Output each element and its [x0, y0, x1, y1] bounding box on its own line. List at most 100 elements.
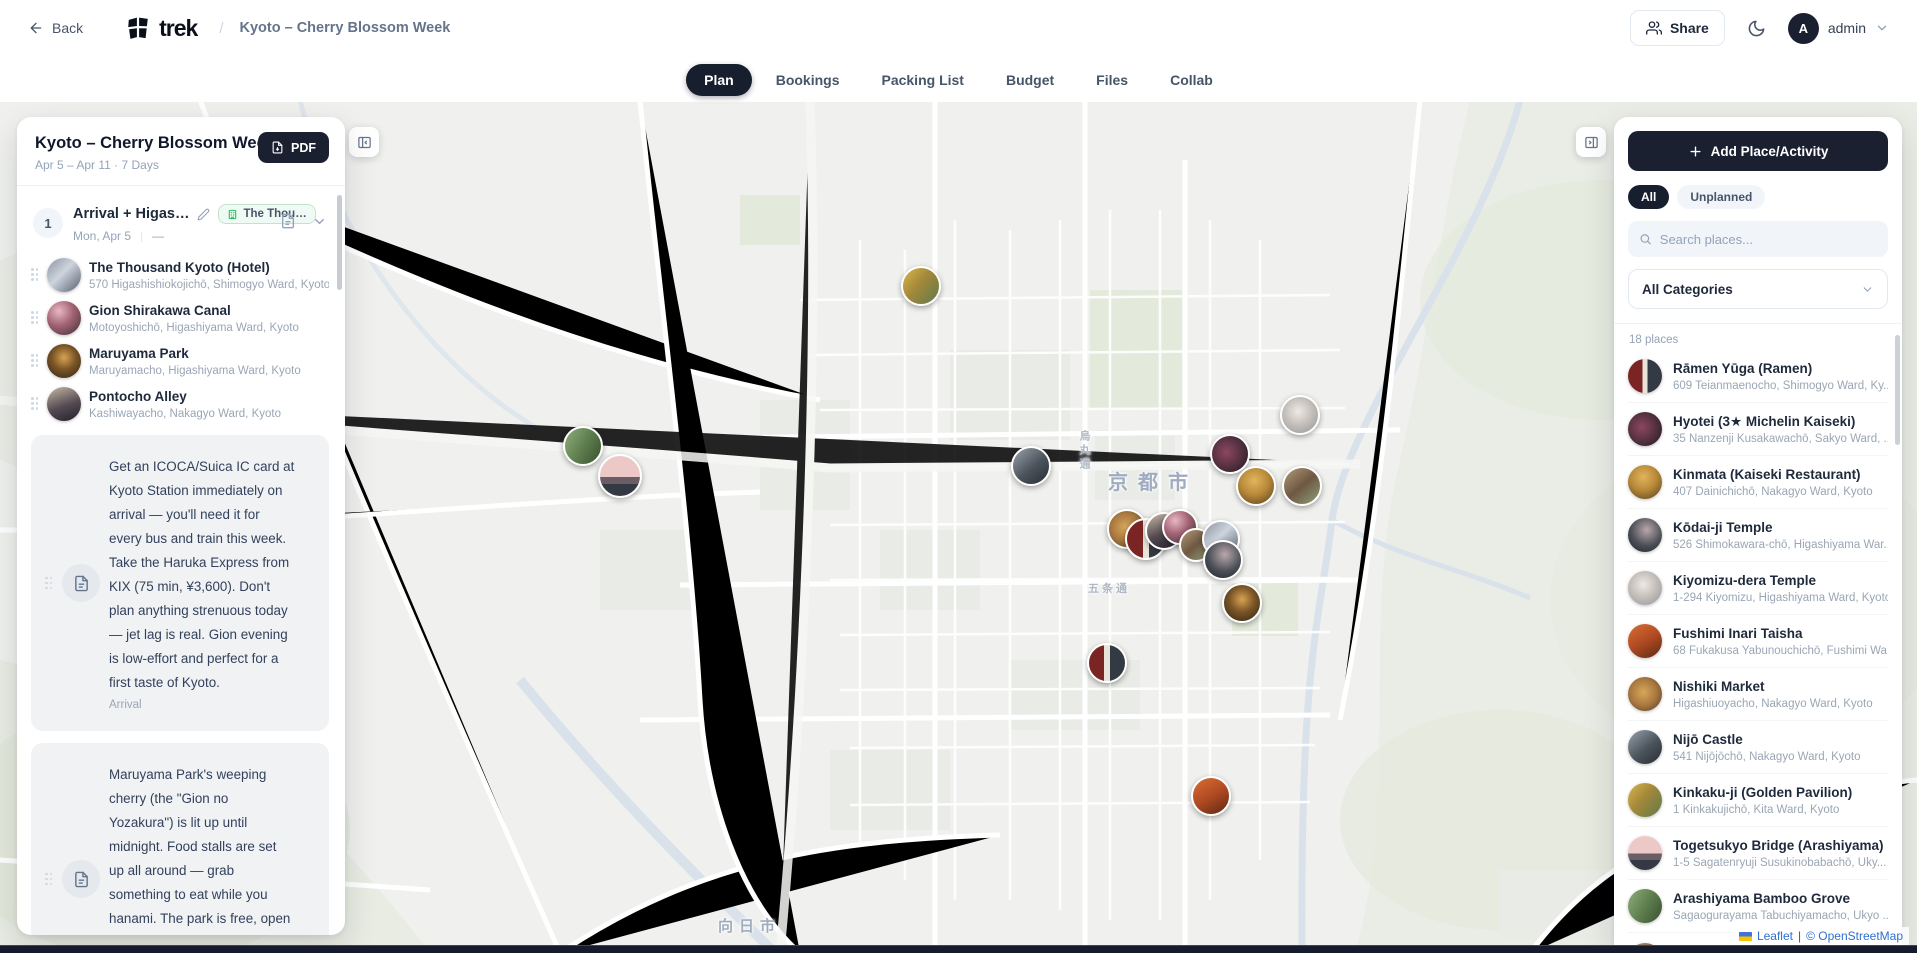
place-name: Arashiyama Bamboo Grove — [1673, 891, 1850, 906]
collapse-left-panel-button[interactable] — [349, 127, 379, 157]
map-photo-marker[interactable] — [1210, 434, 1250, 474]
search-input[interactable] — [1660, 232, 1877, 247]
place-address: 1 Kinkakujichō, Kita Ward, Kyoto — [1673, 804, 1888, 816]
leaflet-link[interactable]: Leaflet — [1757, 929, 1793, 943]
drag-handle-icon[interactable] — [45, 873, 53, 886]
tab-collab[interactable]: Collab — [1152, 64, 1231, 96]
openstreetmap-link[interactable]: © OpenStreetMap — [1806, 929, 1903, 943]
place-photo-thumb — [1628, 465, 1662, 499]
share-label: Share — [1670, 20, 1709, 36]
map-photo-marker[interactable] — [1280, 395, 1320, 435]
tab-files[interactable]: Files — [1078, 64, 1146, 96]
places-list-item[interactable]: Kinmata (Kaiseki Restaurant) 407 Dainich… — [1628, 456, 1888, 509]
places-list-item[interactable]: Kiyomizu-dera Temple 1-294 Kiyomizu, Hig… — [1628, 562, 1888, 615]
places-list-item[interactable]: Fushimi Inari Taisha 68 Fukakusa Yabunou… — [1628, 615, 1888, 668]
place-photo-thumb — [47, 301, 81, 335]
map-photo-marker[interactable] — [598, 454, 642, 498]
itinerary-place-row[interactable]: Gion Shirakawa Canal Motoyoshichō, Higas… — [29, 296, 331, 339]
filter-pills: All Unplanned — [1628, 185, 1888, 209]
places-list-item[interactable]: Kinkaku-ji (Golden Pavilion) 1 Kinkakuji… — [1628, 774, 1888, 827]
place-name: Togetsukyo Bridge (Arashiyama) — [1673, 838, 1884, 853]
day-row-1[interactable]: 1 Arrival + Higas… The Thou… Mon, Apr 5 … — [29, 196, 331, 253]
places-scrollbar[interactable] — [1895, 335, 1900, 445]
places-list-item[interactable]: Nijō Castle 541 Nijōjōchō, Nakagyo Ward,… — [1628, 721, 1888, 774]
itinerary-place-row[interactable]: Maruyama Park Maruyamacho, Higashiyama W… — [29, 339, 331, 382]
file-download-icon — [271, 141, 284, 154]
drag-handle-icon[interactable] — [31, 311, 39, 324]
itinerary-place-row[interactable]: Pontocho Alley Kashiwayacho, Nakagyo War… — [29, 382, 331, 425]
avatar: A — [1788, 13, 1819, 44]
place-name: Kiyomizu-dera Temple — [1673, 573, 1816, 588]
filter-all[interactable]: All — [1628, 185, 1669, 209]
trek-logo-icon — [125, 15, 151, 41]
map-photo-marker[interactable] — [1236, 466, 1276, 506]
back-button[interactable]: Back — [28, 20, 83, 36]
map-photo-marker[interactable] — [1087, 643, 1127, 683]
note-text: Maruyama Park's weeping cherry (the "Gio… — [109, 763, 295, 935]
day-chevron-icon[interactable] — [312, 214, 327, 229]
place-address: 35 Nanzenji Kusakawachō, Sakyo Ward, ... — [1673, 433, 1888, 445]
map-photo-marker[interactable] — [1191, 776, 1231, 816]
place-photo-thumb — [1628, 677, 1662, 711]
attribution-separator: | — [1798, 929, 1801, 943]
place-address: 68 Fukakusa Yabunouchichō, Fushimi Wa... — [1673, 645, 1888, 657]
category-select[interactable]: All Categories — [1628, 269, 1888, 309]
user-menu[interactable]: A admin — [1788, 13, 1889, 44]
places-list-item[interactable]: Arashiyama Bamboo Grove Sagaogurayama Ta… — [1628, 880, 1888, 933]
share-button[interactable]: Share — [1630, 10, 1725, 46]
place-address: 570 Higashishiokojichō, Shimogyo Ward, K… — [89, 279, 329, 291]
place-photo-thumb — [1628, 518, 1662, 552]
place-photo-thumb — [1628, 730, 1662, 764]
drag-handle-icon[interactable] — [31, 397, 39, 410]
place-name: Kinmata (Kaiseki Restaurant) — [1673, 467, 1861, 482]
map-photo-marker[interactable] — [1011, 446, 1051, 486]
day-note-icon[interactable] — [280, 213, 296, 229]
place-address: 1-294 Kiyomizu, Higashiyama Ward, Kyoto — [1673, 592, 1888, 604]
place-address: Motoyoshichō, Higashiyama Ward, Kyoto — [89, 322, 329, 334]
itinerary-scrollbar[interactable] — [337, 195, 342, 290]
map-photo-marker[interactable] — [901, 266, 941, 306]
places-list-item[interactable]: Rāmen Yūga (Ramen) 609 Teianmaenocho, Sh… — [1628, 350, 1888, 403]
place-name: Hyotei (3★ Michelin Kaiseki) — [1673, 414, 1855, 429]
places-list-item[interactable]: Kōdai-ji Temple 526 Shimokawara-chō, Hig… — [1628, 509, 1888, 562]
export-pdf-button[interactable]: PDF — [258, 132, 329, 163]
back-arrow-icon — [28, 20, 44, 36]
note-card-arrival[interactable]: Get an ICOCA/Suica IC card at Kyoto Stat… — [31, 435, 329, 731]
place-address: Sagaogurayama Tabuchiyamacho, Ukyo ... — [1673, 910, 1888, 922]
places-search[interactable] — [1628, 221, 1888, 257]
places-list-item[interactable]: Hyotei (3★ Michelin Kaiseki) 35 Nanzenji… — [1628, 403, 1888, 456]
day-date: Mon, Apr 5 — [73, 229, 131, 243]
add-place-button[interactable]: Add Place/Activity — [1628, 131, 1888, 171]
breadcrumb: Kyoto – Cherry Blossom Week — [240, 20, 451, 36]
drag-handle-icon[interactable] — [45, 577, 53, 590]
place-photo-thumb — [47, 258, 81, 292]
places-list-item[interactable]: Nishiki Market Higashiuoyacho, Nakagyo W… — [1628, 668, 1888, 721]
drag-handle-icon[interactable] — [31, 268, 39, 281]
note-card-evening[interactable]: Maruyama Park's weeping cherry (the "Gio… — [31, 743, 329, 935]
filter-unplanned[interactable]: Unplanned — [1677, 185, 1765, 209]
map-photo-marker[interactable] — [1282, 466, 1322, 506]
tab-plan[interactable]: Plan — [686, 64, 752, 96]
collapse-right-panel-button[interactable] — [1576, 127, 1606, 157]
day-number-badge: 1 — [33, 208, 63, 238]
itinerary-scroll-area[interactable]: 1 Arrival + Higas… The Thou… Mon, Apr 5 … — [17, 186, 345, 935]
map-photo-marker[interactable] — [563, 426, 603, 466]
places-list-item[interactable]: Togetsukyo Bridge (Arashiyama) 1-5 Sagat… — [1628, 827, 1888, 880]
tab-budget[interactable]: Budget — [988, 64, 1072, 96]
theme-toggle-button[interactable] — [1747, 19, 1766, 38]
drag-handle-icon[interactable] — [31, 354, 39, 367]
panel-right-collapse-icon — [1584, 135, 1599, 150]
tab-packing-list[interactable]: Packing List — [863, 64, 981, 96]
place-address: 526 Shimokawara-chō, Higashiyama War... — [1673, 539, 1888, 551]
map-photo-marker[interactable] — [1203, 540, 1243, 580]
chevron-down-icon — [1861, 283, 1874, 296]
moon-icon — [1747, 19, 1766, 38]
itinerary-place-row[interactable]: The Thousand Kyoto (Hotel) 570 Higashish… — [29, 253, 331, 296]
edit-pencil-icon[interactable] — [197, 208, 210, 221]
tab-bookings[interactable]: Bookings — [758, 64, 858, 96]
day-separator: | — [140, 229, 143, 243]
place-address: Kashiwayacho, Nakagyo Ward, Kyoto — [89, 408, 329, 420]
map-photo-marker[interactable] — [1222, 583, 1262, 623]
people-icon — [1646, 20, 1662, 36]
app-logo[interactable]: trek — [125, 15, 197, 42]
